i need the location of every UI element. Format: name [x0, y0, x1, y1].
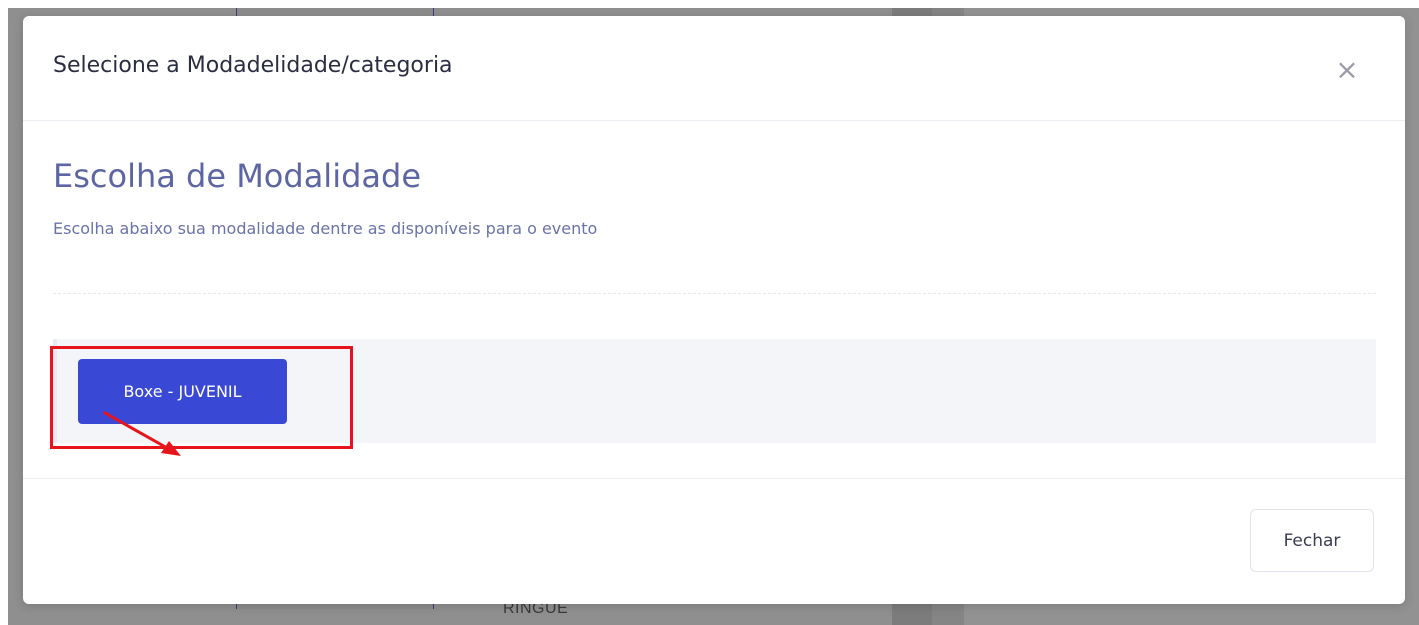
modal-title: Selecione a Modadelidade/categoria	[53, 53, 453, 78]
close-button[interactable]: Fechar	[1250, 509, 1374, 572]
modal-header: Selecione a Modadelidade/categoria ×	[23, 16, 1405, 121]
modal-footer: Fechar	[23, 478, 1405, 605]
modality-modal: Selecione a Modadelidade/categoria × Esc…	[23, 16, 1405, 604]
red-highlight-box	[50, 346, 353, 449]
divider	[53, 293, 1376, 294]
section-title: Escolha de Modalidade	[53, 157, 421, 195]
modal-body: Escolha de Modalidade Escolha abaixo sua…	[23, 121, 1405, 478]
close-icon[interactable]: ×	[1331, 54, 1363, 86]
red-arrow-icon	[103, 411, 181, 456]
section-subtitle: Escolha abaixo sua modalidade dentre as …	[53, 219, 598, 238]
